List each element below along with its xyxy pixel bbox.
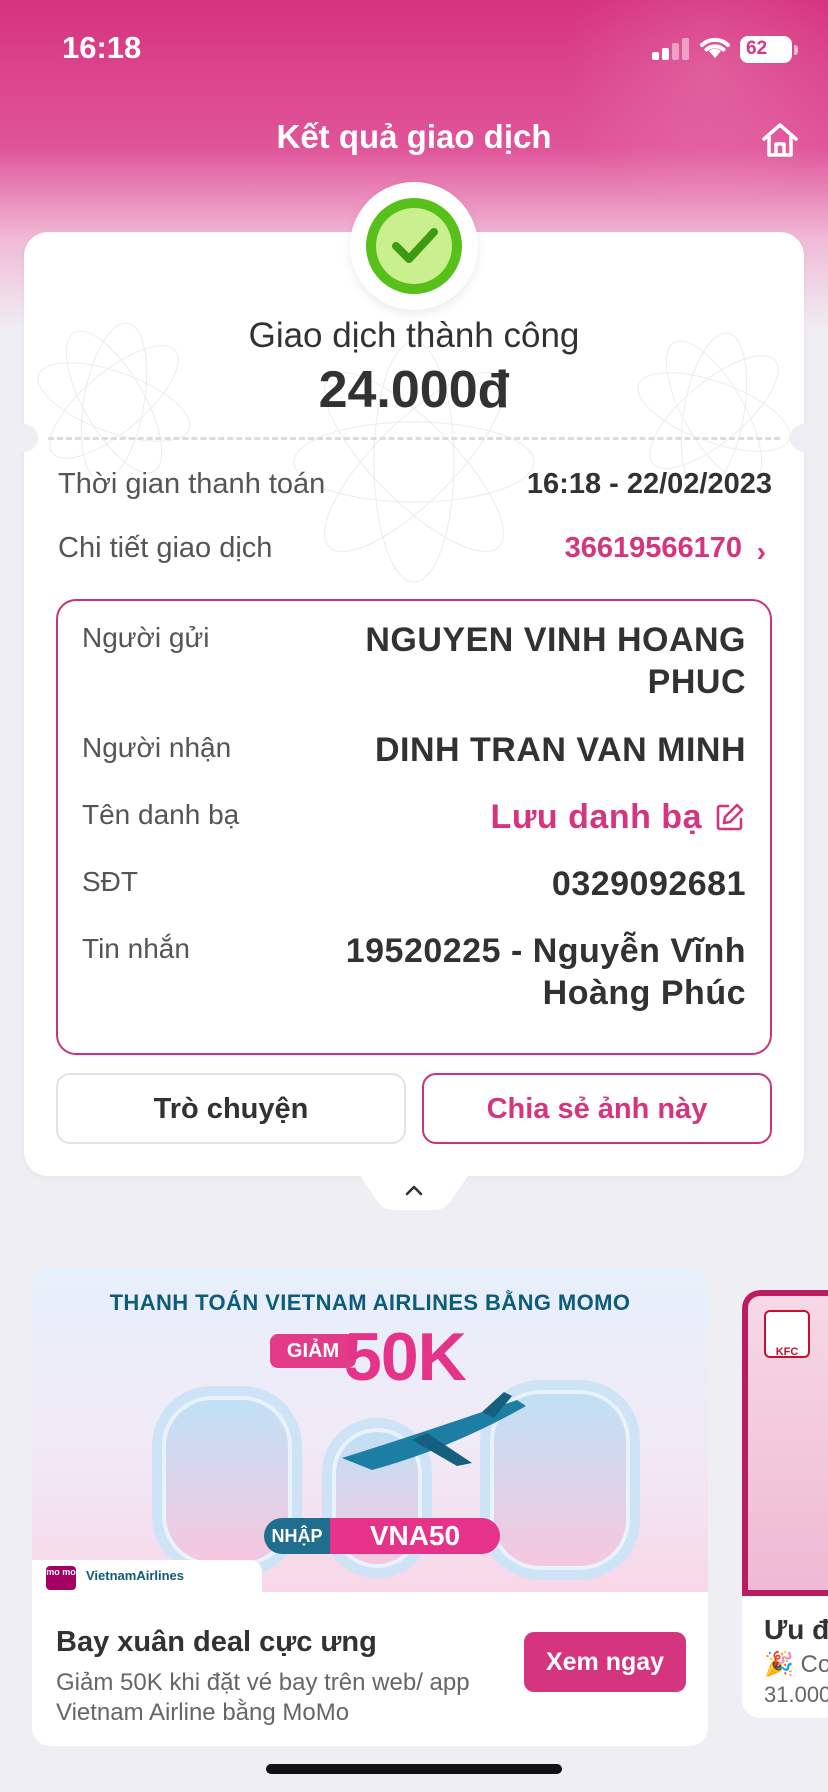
chevron-right-icon: ›: [756, 536, 766, 567]
receiver-label: Người nhận: [82, 732, 232, 763]
sender-name-line2: PHUC: [647, 663, 746, 701]
banner-promo-code: VNA50: [330, 1518, 500, 1554]
ticket-notch-left: [10, 424, 38, 452]
battery-level: 62: [746, 38, 768, 59]
sender-label: Người gửi: [82, 622, 210, 653]
wifi-icon: [700, 37, 730, 58]
message-label: Tin nhắn: [82, 933, 190, 964]
momo-logo: mo mo: [46, 1566, 76, 1590]
ticket-notch-right: [790, 424, 818, 452]
promo-title: Bay xuân deal cực ưng: [56, 1626, 377, 1658]
divider: [48, 437, 780, 440]
status-bar: 16:18 62: [0, 0, 828, 100]
check-icon: [366, 198, 462, 294]
home-indicator[interactable]: [266, 1764, 562, 1774]
result-status: Giao dịch thành công: [248, 316, 580, 355]
edit-icon[interactable]: [714, 801, 746, 833]
status-time: 16:18: [62, 30, 142, 65]
receiver-name: DINH TRAN VAN MINH: [374, 731, 746, 769]
save-contact-link[interactable]: Lưu danh bạ: [491, 796, 702, 838]
transaction-id-link[interactable]: 36619566170: [565, 532, 742, 565]
chat-button[interactable]: Trò chuyện: [56, 1073, 406, 1144]
banner-headline: THANH TOÁN VIETNAM AIRLINES BẰNG MOMO: [109, 1290, 631, 1315]
transaction-amount: 24.000đ: [318, 361, 510, 419]
view-now-button[interactable]: Xem ngay: [524, 1632, 686, 1692]
message-line1: 19520225 - Nguyễn Vĩnh: [345, 932, 746, 970]
phone-number: 0329092681: [551, 865, 746, 903]
transaction-detail-label: Chi tiết giao dịch: [58, 532, 273, 564]
collapse-tab[interactable]: [356, 1170, 472, 1210]
vietnam-airlines-logo: VietnamAirlines: [86, 1568, 185, 1583]
promo-banner[interactable]: THANH TOÁN VIETNAM AIRLINES BẰNG MOMO GI…: [32, 1268, 708, 1592]
signal-icon: [652, 38, 690, 60]
share-image-button[interactable]: Chia sẻ ảnh này: [422, 1073, 772, 1144]
banner-discount-amount: 50K: [344, 1319, 467, 1395]
promo2-price: 31.000: [764, 1682, 828, 1707]
page-title: Kết quả giao dịch: [276, 118, 552, 155]
promo2-subtitle: 🎉 Co: [764, 1651, 828, 1678]
kfc-logo: KFC: [764, 1310, 810, 1358]
contact-name-label: Tên danh bạ: [82, 799, 240, 830]
message-line2: Hoàng Phúc: [542, 974, 746, 1012]
promo-card-kfc[interactable]: KFC Ưu đ 🎉 Co 31.000: [742, 1290, 828, 1718]
sender-name-line1: NGUYEN VINH HOANG: [365, 621, 746, 659]
banner-enter-code-label: NHẬP: [264, 1518, 330, 1554]
transaction-detail-row[interactable]: Chi tiết giao dịch 36619566170 ›: [58, 532, 772, 572]
promo-card-vietnam-airlines[interactable]: THANH TOÁN VIETNAM AIRLINES BẰNG MOMO GI…: [32, 1268, 708, 1746]
payment-time-label: Thời gian thanh toán: [58, 468, 326, 500]
phone-label: SĐT: [82, 866, 138, 897]
promo-description: Giảm 50K khi đặt vé bay trên web/ app Vi…: [56, 1669, 470, 1726]
promo2-title: Ưu đ: [764, 1614, 828, 1645]
success-badge: [350, 182, 478, 310]
payment-time-value: 16:18 - 22/02/2023: [526, 468, 772, 500]
home-icon[interactable]: [758, 118, 802, 162]
airplane-icon: [342, 1392, 526, 1470]
battery-icon: 62: [740, 36, 792, 63]
battery-tip: [794, 45, 798, 55]
payment-time-row: Thời gian thanh toán 16:18 - 22/02/2023: [58, 468, 772, 508]
